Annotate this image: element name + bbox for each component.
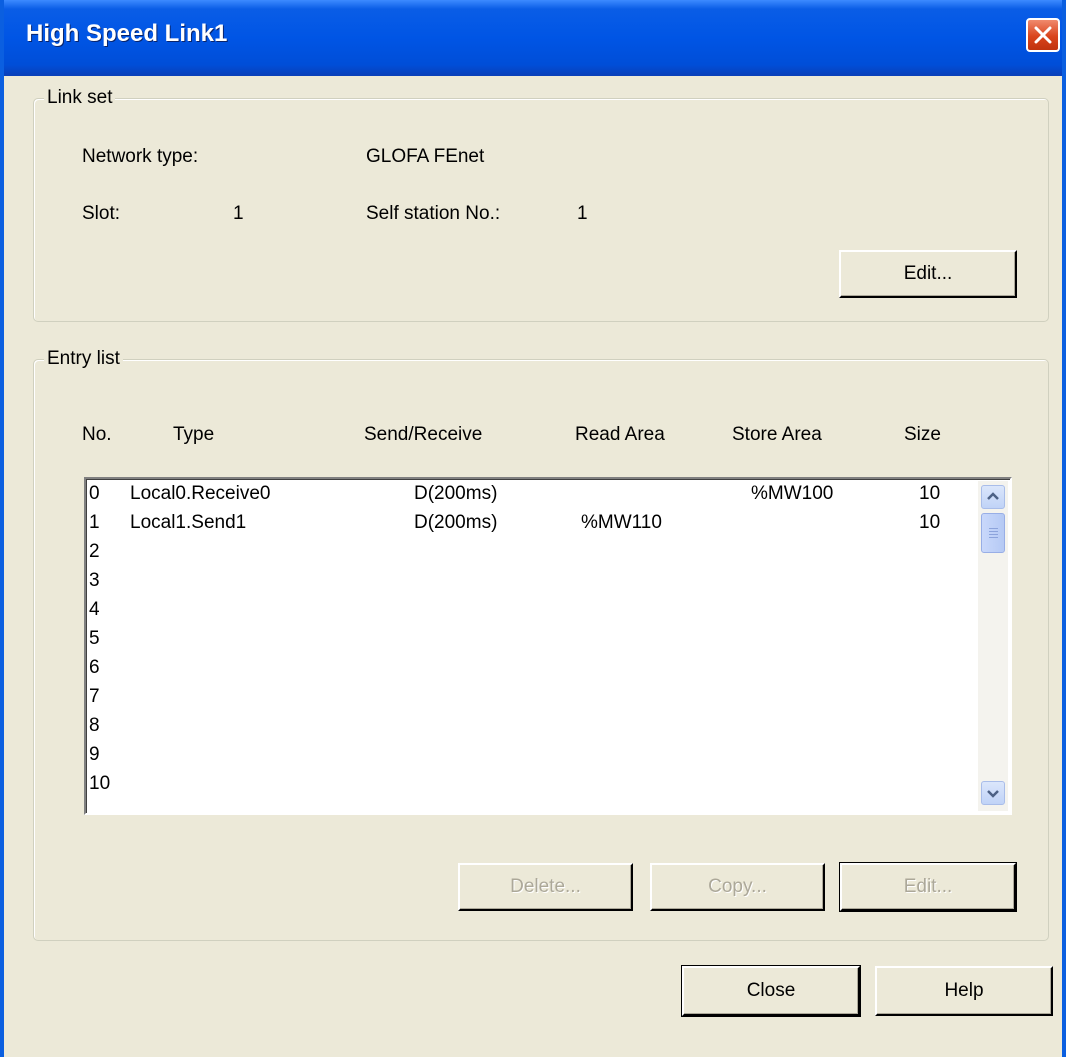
cell-no: 3 <box>89 570 100 591</box>
scroll-thumb[interactable] <box>981 513 1005 553</box>
close-button[interactable]: Close <box>681 965 861 1017</box>
dialog-window: High Speed Link1 Link set Network type: … <box>0 0 1066 1057</box>
cell-send-receive: D(200ms) <box>414 483 498 504</box>
table-row[interactable]: 6 <box>86 657 966 686</box>
cell-no: 6 <box>89 657 100 678</box>
title-bar[interactable]: High Speed Link1 <box>4 0 1062 76</box>
cell-no: 8 <box>89 715 100 736</box>
link-set-legend: Link set <box>44 87 116 109</box>
cell-store-area: %MW100 <box>751 483 834 504</box>
entry-edit-button[interactable]: Edit... <box>839 862 1017 912</box>
close-icon <box>1034 26 1052 44</box>
grip-line <box>989 531 998 532</box>
grip-line <box>989 528 998 529</box>
self-station-value: 1 <box>577 203 588 224</box>
table-row[interactable]: 8 <box>86 715 966 744</box>
table-row[interactable]: 1 Local1.Send1 D(200ms) %MW110 10 <box>86 512 966 541</box>
grip-line <box>989 537 998 538</box>
cell-no: 1 <box>89 512 100 533</box>
table-row[interactable]: 3 <box>86 570 966 599</box>
self-station-label: Self station No.: <box>366 203 501 224</box>
scroll-up-button[interactable] <box>981 485 1005 509</box>
scroll-down-button[interactable] <box>981 781 1005 805</box>
column-header-read-area: Read Area <box>575 424 665 445</box>
table-row[interactable]: 10 <box>86 773 966 802</box>
vertical-scrollbar[interactable] <box>978 481 1008 811</box>
table-row[interactable]: 4 <box>86 599 966 628</box>
cell-size: 10 <box>919 483 941 504</box>
cell-send-receive: D(200ms) <box>414 512 498 533</box>
slot-value: 1 <box>233 203 244 224</box>
table-row[interactable]: 0 Local0.Receive0 D(200ms) %MW100 10 <box>86 483 966 512</box>
cell-size: 10 <box>919 512 941 533</box>
table-row[interactable]: 2 <box>86 541 966 570</box>
grip-line <box>989 534 998 535</box>
cell-no: 0 <box>89 483 100 504</box>
table-row[interactable]: 7 <box>86 686 966 715</box>
cell-type: Local0.Receive0 <box>130 483 271 504</box>
cell-no: 2 <box>89 541 100 562</box>
column-header-send-receive: Send/Receive <box>364 424 483 445</box>
cell-read-area: %MW110 <box>581 512 662 533</box>
close-window-button[interactable] <box>1026 18 1060 52</box>
link-set-edit-button[interactable]: Edit... <box>839 250 1017 298</box>
entry-listbox[interactable]: 0 Local0.Receive0 D(200ms) %MW100 10 1 L… <box>84 477 1012 815</box>
cell-no: 5 <box>89 628 100 649</box>
column-header-store-area: Store Area <box>732 424 822 445</box>
cell-no: 10 <box>89 773 111 794</box>
column-header-size: Size <box>904 424 941 445</box>
chevron-down-icon <box>987 790 999 798</box>
table-row[interactable]: 9 <box>86 744 966 773</box>
slot-label: Slot: <box>82 203 121 224</box>
window-title: High Speed Link1 <box>26 20 228 47</box>
chevron-up-icon <box>987 492 999 500</box>
network-type-value: GLOFA FEnet <box>366 146 485 167</box>
cell-no: 9 <box>89 744 100 765</box>
cell-no: 4 <box>89 599 100 620</box>
help-button[interactable]: Help <box>875 966 1053 1016</box>
table-row[interactable]: 5 <box>86 628 966 657</box>
copy-button[interactable]: Copy... <box>650 863 825 911</box>
cell-no: 7 <box>89 686 100 707</box>
column-header-type: Type <box>173 424 215 445</box>
delete-button[interactable]: Delete... <box>458 863 633 911</box>
column-header-no: No. <box>82 424 112 445</box>
network-type-label: Network type: <box>82 146 199 167</box>
cell-type: Local1.Send1 <box>130 512 247 533</box>
entry-list-legend: Entry list <box>44 348 123 370</box>
